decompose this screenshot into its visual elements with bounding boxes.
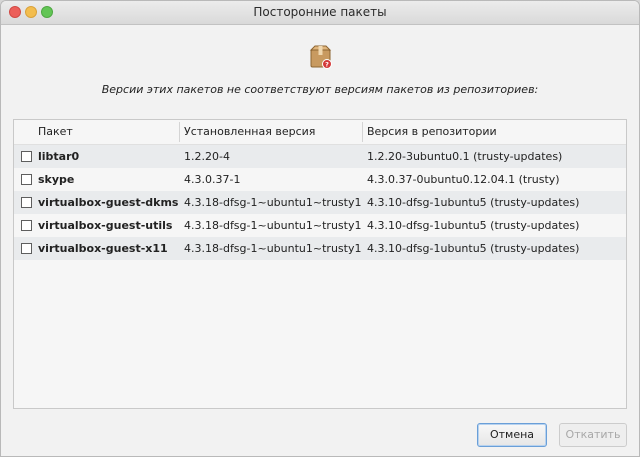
repository-version: 4.3.10-dfsg-1ubuntu5 (trusty-updates) [367, 219, 580, 232]
column-divider [362, 122, 363, 142]
package-name: virtualbox-guest-x11 [38, 242, 168, 255]
table-row[interactable]: virtualbox-guest-utils 4.3.18-dfsg-1~ubu… [14, 214, 626, 237]
row-checkbox[interactable] [21, 197, 32, 208]
package-question-icon: ? [309, 45, 332, 69]
row-checkbox[interactable] [21, 151, 32, 162]
table-row[interactable]: skype 4.3.0.37-1 4.3.0.37-0ubuntu0.12.04… [14, 168, 626, 191]
window-title: Посторонние пакеты [253, 5, 387, 19]
repository-version: 1.2.20-3ubuntu0.1 (trusty-updates) [367, 150, 563, 163]
column-header-repository[interactable]: Версия в репозитории [367, 125, 497, 138]
installed-version: 4.3.0.37-1 [184, 173, 241, 186]
dialog-message: Версии этих пакетов не соответствуют вер… [101, 83, 539, 96]
column-divider [179, 122, 180, 142]
package-name: virtualbox-guest-utils [38, 219, 173, 232]
table-row[interactable]: virtualbox-guest-x11 4.3.18-dfsg-1~ubunt… [14, 237, 626, 260]
repository-version: 4.3.10-dfsg-1ubuntu5 (trusty-updates) [367, 196, 580, 209]
row-checkbox[interactable] [21, 220, 32, 231]
installed-version: 4.3.18-dfsg-1~ubuntu1~trusty1 [184, 242, 362, 255]
package-name: libtar0 [38, 150, 80, 163]
repository-version: 4.3.0.37-0ubuntu0.12.04.1 (trusty) [367, 173, 560, 186]
column-header-package[interactable]: Пакет [38, 125, 73, 138]
dialog-window: Посторонние пакеты ? Версии этих пакетов… [0, 0, 640, 457]
table-row[interactable]: libtar0 1.2.20-4 1.2.20-3ubuntu0.1 (trus… [14, 145, 626, 168]
package-name: virtualbox-guest-dkms [38, 196, 179, 209]
package-name: skype [38, 173, 75, 186]
installed-version: 4.3.18-dfsg-1~ubuntu1~trusty1 [184, 219, 362, 232]
row-checkbox[interactable] [21, 174, 32, 185]
table-header: Пакет Установленная версия Версия в репо… [14, 120, 626, 145]
row-checkbox[interactable] [21, 243, 32, 254]
installed-version: 1.2.20-4 [184, 150, 230, 163]
svg-text:?: ? [325, 61, 329, 69]
repository-version: 4.3.10-dfsg-1ubuntu5 (trusty-updates) [367, 242, 580, 255]
title-bar: Посторонние пакеты [1, 1, 639, 25]
cancel-button[interactable]: Отмена [477, 423, 547, 447]
column-header-installed[interactable]: Установленная версия [184, 125, 315, 138]
downgrade-button[interactable]: Откатить [559, 423, 627, 447]
packages-table: Пакет Установленная версия Версия в репо… [13, 119, 627, 409]
table-row[interactable]: virtualbox-guest-dkms 4.3.18-dfsg-1~ubun… [14, 191, 626, 214]
installed-version: 4.3.18-dfsg-1~ubuntu1~trusty1 [184, 196, 362, 209]
